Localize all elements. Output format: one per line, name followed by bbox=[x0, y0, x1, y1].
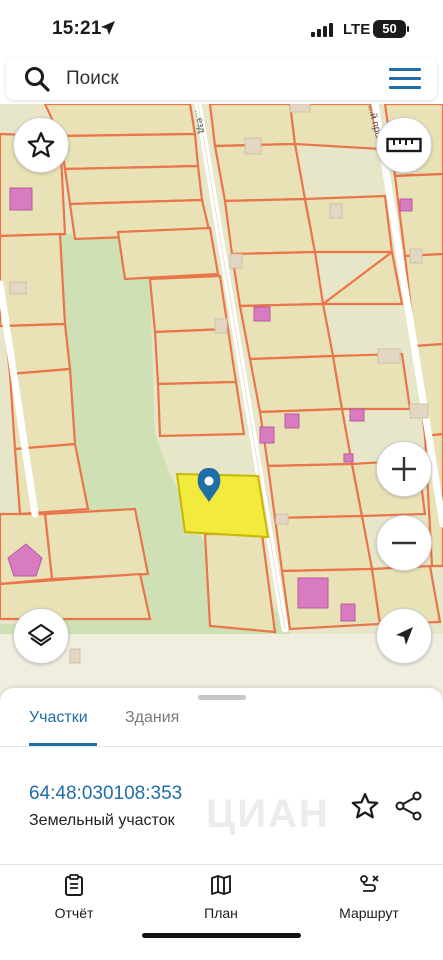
route-icon bbox=[360, 875, 379, 892]
star-icon bbox=[27, 132, 55, 158]
parcel-type: Земельный участок bbox=[29, 812, 175, 829]
nav-route[interactable]: Маршрут bbox=[319, 874, 419, 921]
nav-divider bbox=[0, 864, 443, 865]
report-icon bbox=[65, 874, 83, 896]
cadastral-number-link[interactable]: 64:48:030108:353 bbox=[29, 783, 182, 805]
location-arrow-icon bbox=[101, 21, 115, 35]
zoom-in-button[interactable] bbox=[376, 441, 432, 497]
selected-parcel bbox=[175, 472, 270, 539]
status-bar: 15:21 LTE 50 bbox=[0, 0, 443, 58]
ruler-icon bbox=[386, 137, 422, 153]
zoom-out-button[interactable] bbox=[376, 515, 432, 571]
cadastral-map[interactable]: ...езд ...й проезд bbox=[0, 104, 443, 704]
nav-report[interactable]: Отчёт bbox=[24, 874, 124, 921]
ruler-button[interactable] bbox=[376, 117, 432, 173]
nav-report-label: Отчёт bbox=[54, 905, 94, 921]
plus-icon bbox=[392, 457, 416, 481]
search-icon bbox=[25, 67, 50, 92]
tabs-divider bbox=[0, 746, 443, 747]
tab-parcels[interactable]: Участки bbox=[29, 709, 88, 727]
search-bar[interactable]: Поиск bbox=[6, 58, 437, 100]
status-time: 15:21 bbox=[52, 18, 102, 39]
battery-tip bbox=[407, 26, 409, 32]
nav-plan[interactable]: План bbox=[171, 874, 271, 921]
menu-icon[interactable] bbox=[389, 68, 421, 92]
star-icon[interactable] bbox=[350, 791, 380, 821]
favorite-button[interactable] bbox=[13, 117, 69, 173]
home-indicator bbox=[142, 933, 301, 938]
layers-button[interactable] bbox=[13, 608, 69, 664]
parcel-panel: Участки Здания ЦИАН 64:48:030108:353 Зем… bbox=[0, 688, 443, 960]
network-type: LTE bbox=[343, 21, 371, 38]
locate-button[interactable] bbox=[376, 608, 432, 664]
parcels bbox=[0, 104, 443, 634]
navigation-arrow-icon bbox=[396, 627, 413, 645]
map-icon bbox=[211, 875, 231, 895]
drag-handle[interactable] bbox=[198, 695, 246, 700]
battery-icon: 50 bbox=[373, 20, 406, 38]
nav-plan-label: План bbox=[204, 905, 238, 921]
layers-icon bbox=[28, 624, 54, 646]
search-input[interactable]: Поиск bbox=[66, 68, 119, 90]
minus-icon bbox=[392, 541, 416, 545]
nav-route-label: Маршрут bbox=[339, 905, 399, 921]
map-canvas[interactable]: ...езд ...й проезд bbox=[0, 104, 443, 704]
watermark-logo: ЦИАН bbox=[206, 792, 330, 836]
share-icon[interactable] bbox=[395, 791, 423, 821]
signal-icon bbox=[311, 23, 333, 37]
tab-buildings[interactable]: Здания bbox=[125, 709, 179, 727]
